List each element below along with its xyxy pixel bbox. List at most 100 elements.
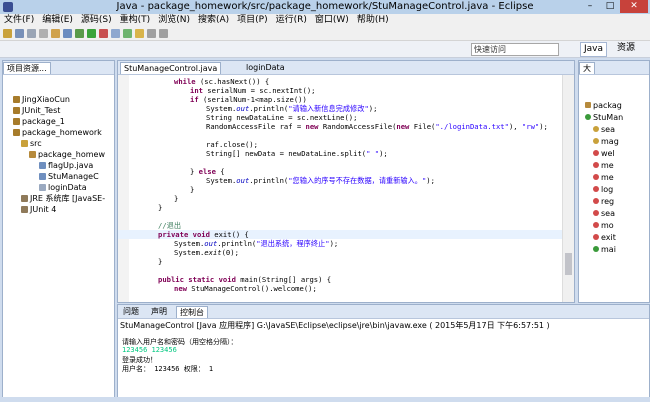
tree-item[interactable]: JUnit 4 [21, 205, 56, 215]
console-input-line: 123456 123456 [122, 346, 177, 354]
tab-problems[interactable]: 问题 [120, 306, 142, 317]
menu-bar: 文件(F) 编辑(E) 源码(S) 重构(T) 浏览(N) 搜索(A) 项目(P… [0, 14, 650, 27]
outline-item[interactable]: me [593, 161, 614, 171]
outline-item[interactable]: sea [593, 209, 615, 219]
outline-item-label: me [601, 161, 614, 170]
print-icon[interactable] [39, 29, 48, 38]
back-icon[interactable] [147, 29, 156, 38]
project-explorer-panel: 项目资源... JingXiaoCun JUnit_Test package_1… [2, 60, 115, 398]
outline-item-label: exit [601, 233, 616, 242]
console-panel: 问题 声明 控制台 StuManageControl [Java 应用程序] G… [117, 304, 650, 398]
menu-window[interactable]: 窗口(W) [311, 14, 353, 27]
outline-item[interactable]: wel [593, 149, 615, 159]
field-icon [593, 126, 599, 132]
tab-declaration[interactable]: 声明 [148, 306, 170, 317]
method-icon [593, 186, 599, 192]
perspective-java[interactable]: Java [580, 42, 608, 57]
outline-item-label: mai [601, 245, 616, 254]
tab-console[interactable]: 控制台 [176, 306, 208, 318]
method-icon [593, 150, 599, 156]
outline-item[interactable]: mag [593, 137, 619, 147]
status-bar [0, 397, 650, 402]
main-toolbar [0, 27, 650, 41]
perspective-resource[interactable]: 资源 [614, 42, 638, 55]
save-all-icon[interactable] [27, 29, 36, 38]
external-tools-icon[interactable] [99, 29, 108, 38]
new-java-project-icon[interactable] [111, 29, 120, 38]
tree-item[interactable]: JUnit_Test [13, 106, 60, 116]
tab-logindata[interactable]: loginData [243, 62, 288, 73]
menu-search[interactable]: 搜索(A) [194, 14, 233, 27]
package-icon [29, 151, 36, 158]
menu-navigate[interactable]: 浏览(N) [154, 14, 194, 27]
tree-item-label: package_1 [22, 117, 65, 126]
outline-item[interactable]: packag [585, 101, 622, 111]
source-folder-icon [21, 140, 28, 147]
outline-item[interactable]: mai [593, 245, 616, 255]
method-icon [593, 162, 599, 168]
file-icon [39, 184, 46, 191]
tree-item-label: StuManageC [48, 172, 99, 181]
menu-help[interactable]: 帮助(H) [353, 14, 393, 27]
tree-item[interactable]: package_1 [13, 117, 65, 127]
debug-icon[interactable] [75, 29, 84, 38]
menu-run[interactable]: 运行(R) [272, 14, 311, 27]
coverage-icon[interactable] [123, 29, 132, 38]
field-icon [593, 138, 599, 144]
outline-item-label: wel [601, 149, 615, 158]
tree-item-label: flagUp.java [48, 161, 94, 170]
outline-item[interactable]: mo [593, 221, 614, 231]
outline-item[interactable]: reg [593, 197, 614, 207]
outline-item[interactable]: exit [593, 233, 616, 243]
editor-scrollbar[interactable] [562, 75, 574, 302]
tree-item-label: JUnit 4 [30, 205, 57, 214]
outline-item-label: packag [593, 101, 622, 110]
menu-refactor[interactable]: 重构(T) [116, 14, 155, 27]
close-button[interactable]: ✕ [620, 0, 648, 13]
tree-item[interactable]: JingXiaoCun [13, 95, 70, 105]
run-icon[interactable] [87, 29, 96, 38]
menu-project[interactable]: 项目(P) [233, 14, 271, 27]
outline-item[interactable]: sea [593, 125, 615, 135]
perspective-bar: 快速访问 Java 资源 [0, 41, 650, 58]
tree-item-label: loginData [48, 183, 87, 192]
outline-item[interactable]: log [593, 185, 613, 195]
tree-item[interactable]: flagUp.java [39, 161, 93, 171]
menu-source[interactable]: 源码(S) [77, 14, 116, 27]
tree-item[interactable]: loginData [39, 183, 87, 193]
tab-outline[interactable]: 大 [579, 62, 595, 74]
new-class-icon[interactable] [63, 29, 72, 38]
forward-icon[interactable] [159, 29, 168, 38]
outline-tree: packag StuMan sea mag wel me me log reg … [579, 75, 649, 302]
quick-access-input[interactable]: 快速访问 [471, 43, 559, 56]
outline-item[interactable]: me [593, 173, 614, 183]
tab-project-explorer[interactable]: 项目资源... [3, 62, 51, 74]
tree-item[interactable]: StuManageC [39, 172, 99, 182]
minimize-button[interactable]: – [580, 0, 600, 13]
outline-item-label: mo [601, 221, 614, 230]
outline-item-label: sea [601, 125, 615, 134]
search-icon[interactable] [135, 29, 144, 38]
save-icon[interactable] [15, 29, 24, 38]
tree-item[interactable]: package_homework [13, 128, 102, 138]
outline-item-label: reg [601, 197, 615, 206]
outline-panel: 大 packag StuMan sea mag wel me me log re… [578, 60, 650, 303]
java-file-icon [39, 162, 46, 169]
method-icon [593, 222, 599, 228]
tree-item-label: JRE 系统库 [JavaSE- [30, 194, 106, 203]
new-icon[interactable] [3, 29, 12, 38]
tree-item[interactable]: package_homew [29, 150, 105, 160]
code-editor[interactable]: while (sc.hasNext()) { int serialNum = s… [118, 75, 562, 302]
tab-stumanagecontrol[interactable]: StuManageControl.java [120, 62, 222, 74]
menu-file[interactable]: 文件(F) [0, 14, 38, 27]
method-icon [593, 234, 599, 240]
menu-edit[interactable]: 编辑(E) [38, 14, 77, 27]
java-perspective-label: Java [584, 44, 604, 54]
maximize-button[interactable]: □ [600, 0, 620, 13]
console-line: 用户名： 123456 权限： 1 [122, 365, 214, 373]
open-type-icon[interactable] [51, 29, 60, 38]
tree-item[interactable]: JRE 系统库 [JavaSE- [21, 194, 105, 204]
outline-item[interactable]: StuMan [585, 113, 623, 123]
resource-perspective-label: 资源 [617, 43, 636, 53]
tree-item[interactable]: src [21, 139, 42, 149]
